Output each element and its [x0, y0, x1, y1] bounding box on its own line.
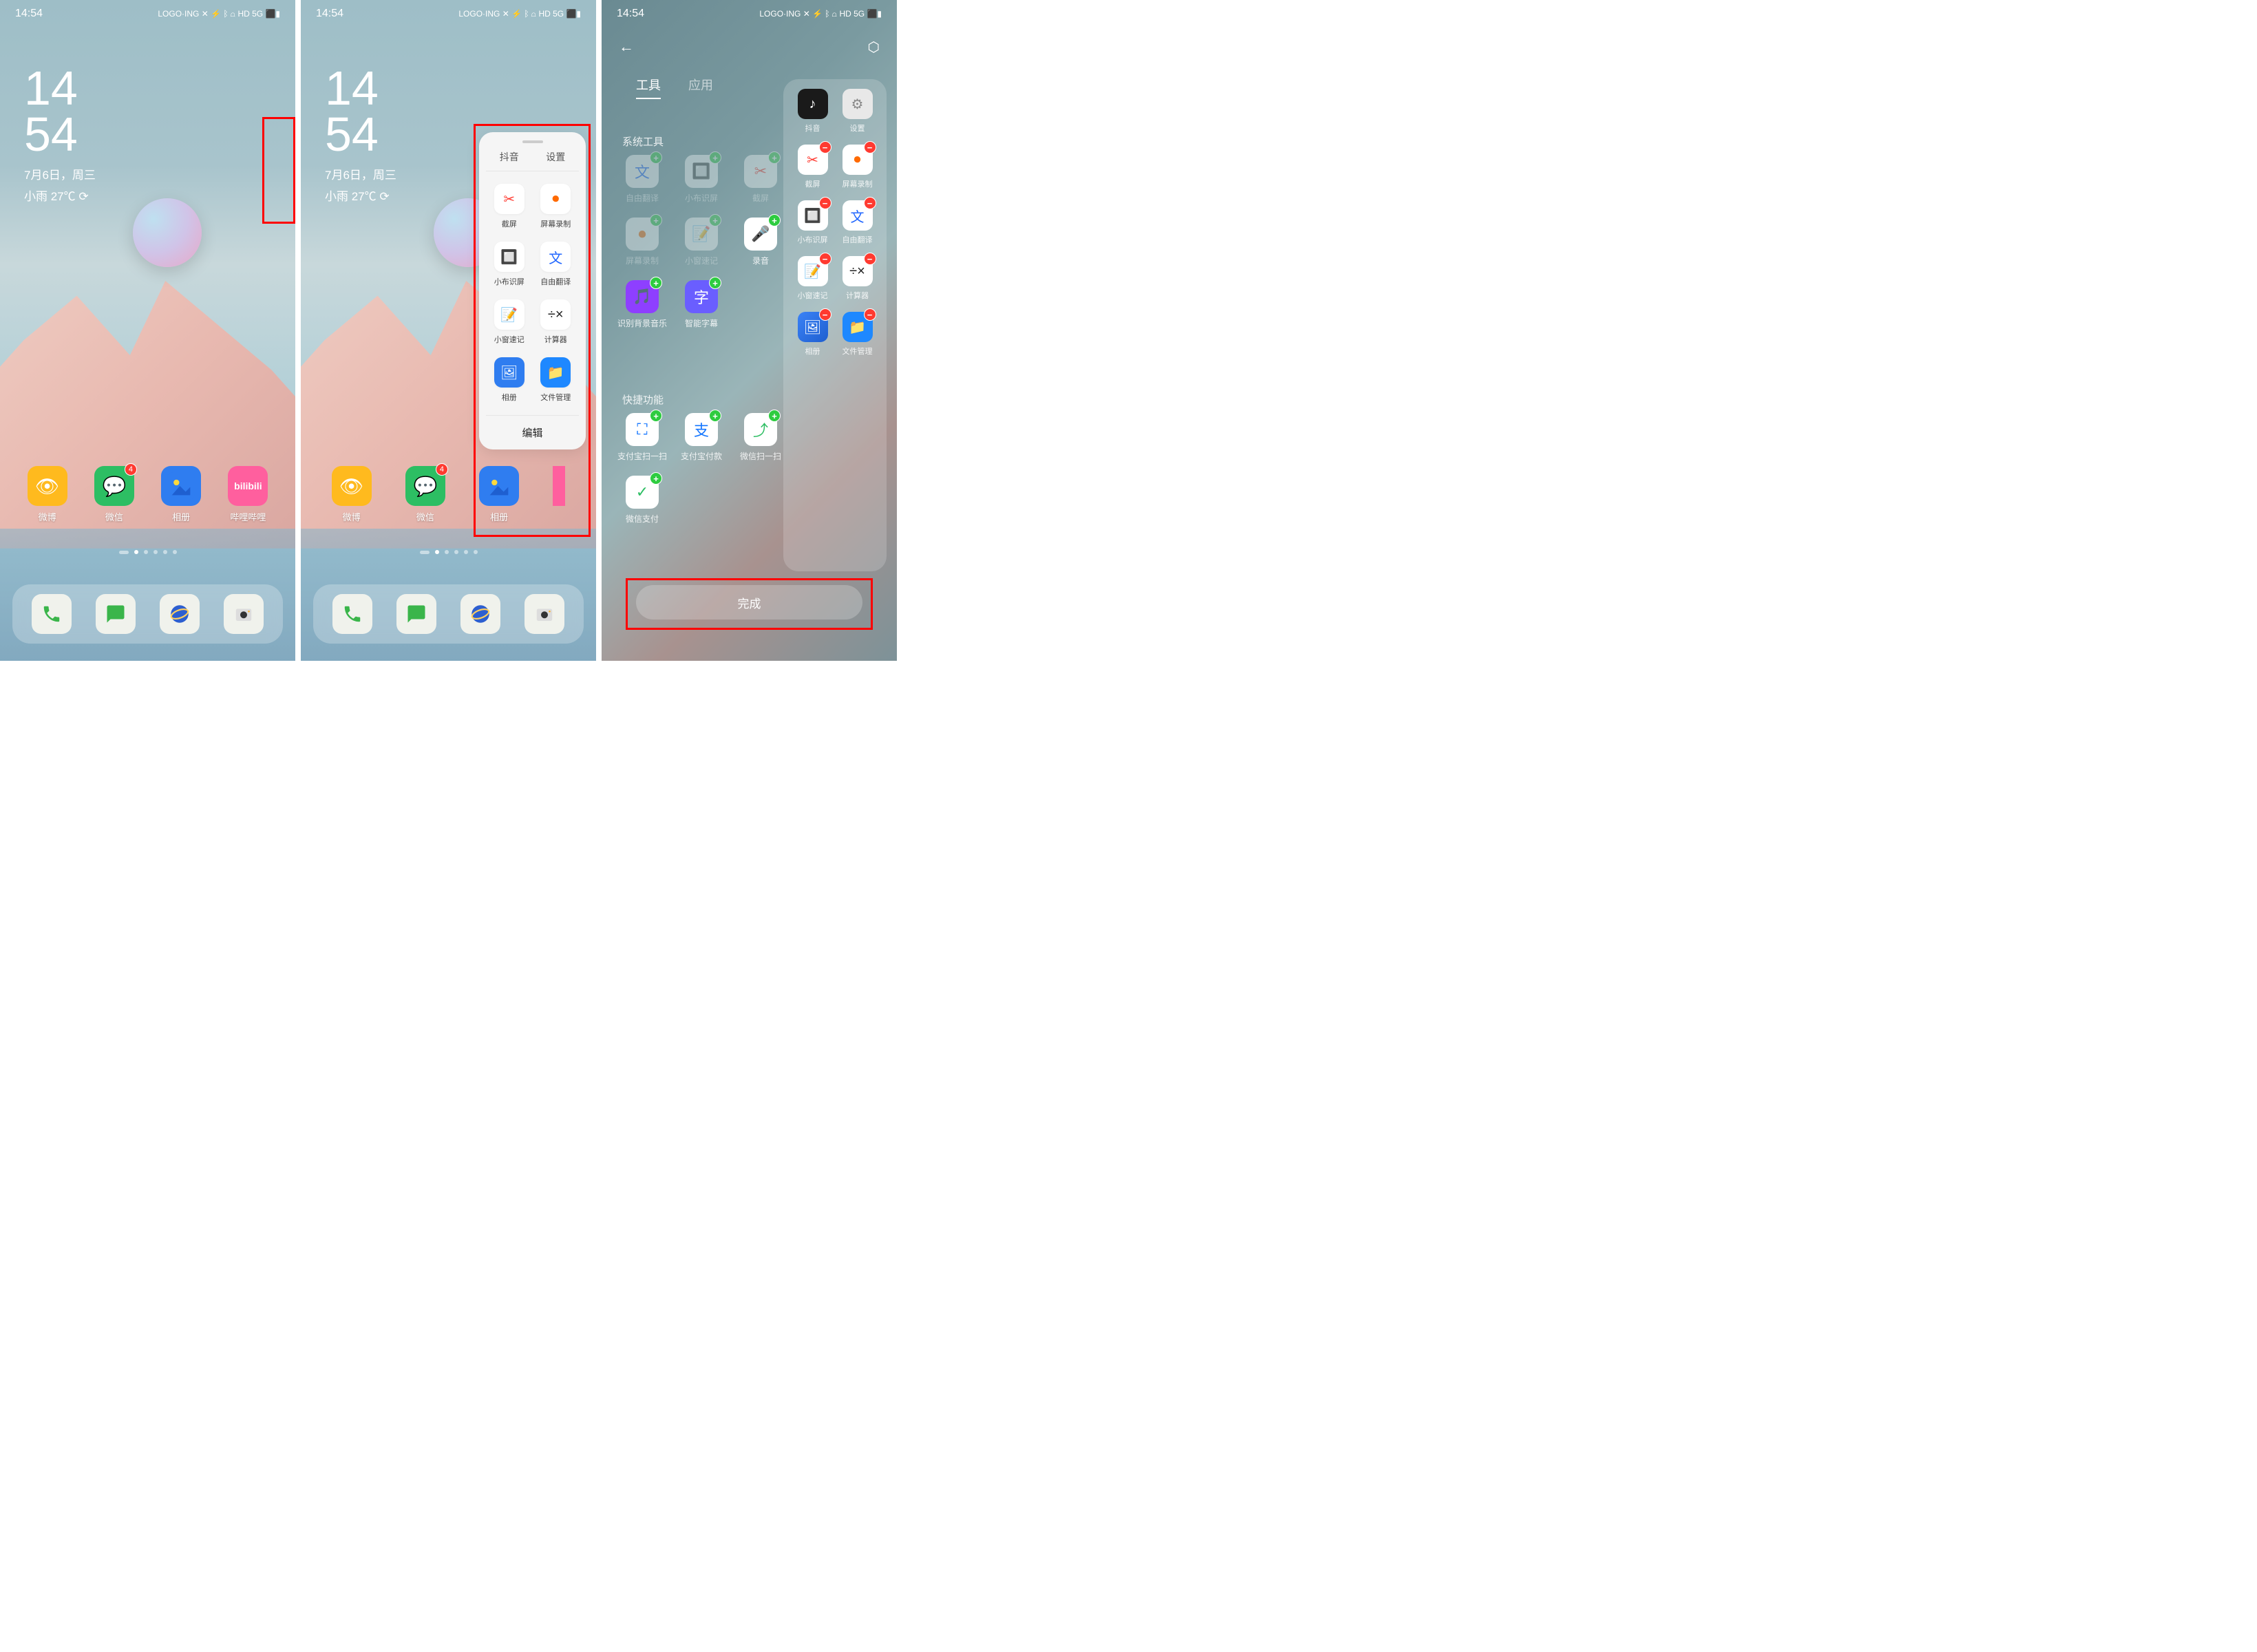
editor-header: ← ⬡ — [602, 38, 897, 56]
dock-phone-icon[interactable] — [32, 594, 72, 634]
sidebar-tab-douyin[interactable]: 抖音 — [500, 150, 519, 164]
sidebar-edit-button[interactable]: 编辑 — [486, 415, 579, 449]
sidebar-item-计算器[interactable]: ÷×计算器 — [536, 299, 577, 345]
sidebar-item-屏幕录制[interactable]: ⏺屏幕录制 — [536, 184, 577, 229]
tab-apps[interactable]: 应用 — [688, 76, 713, 99]
app-partial[interactable] — [553, 466, 565, 523]
tool-屏幕录制[interactable]: ⏺+屏幕录制 — [615, 218, 669, 266]
tool-智能字幕[interactable]: 字+智能字幕 — [675, 280, 728, 329]
selected-截屏[interactable]: ✂−截屏 — [798, 145, 828, 189]
status-time: 14:54 — [15, 8, 43, 20]
status-icons: LOGO·ING ✕ ⚡ ᛒ ⩍ HD 5G ⬛▮ — [458, 9, 581, 19]
selected-apps-row: ♪抖音 ⚙设置 — [790, 89, 880, 134]
tool-截屏[interactable]: ✂+截屏 — [734, 155, 787, 204]
phone-home-1: 14:54 LOGO·ING ✕ ⚡ ᛒ ⩍ HD 5G ⬛▮ 14 54 7月… — [0, 0, 295, 661]
dock-camera-icon[interactable] — [224, 594, 264, 634]
shortcuts-grid: ⛶+支付宝扫一扫支+支付宝付款⤴+微信扫一扫 ✓+微信支付 — [615, 413, 784, 525]
clock-date: 7月6日，周三 — [24, 165, 96, 182]
selected-设置[interactable]: ⚙设置 — [843, 89, 873, 134]
sidebar-tab-settings[interactable]: 设置 — [546, 150, 565, 164]
clock-weather: 小雨 27℃ ⟳ — [24, 187, 96, 204]
sidebar-item-小窗速记[interactable]: 📝小窗速记 — [489, 299, 530, 345]
sidebar-item-小布识屏[interactable]: 🔲小布识屏 — [489, 242, 530, 287]
tool-微信扫一扫[interactable]: ⤴+微信扫一扫 — [734, 413, 787, 462]
status-bar: 14:54 LOGO·ING ✕ ⚡ ᛒ ⩍ HD 5G ⬛▮ — [602, 0, 897, 28]
page-indicator[interactable] — [0, 550, 295, 554]
selected-抖音[interactable]: ♪抖音 — [798, 89, 828, 134]
dock-browser-icon[interactable] — [160, 594, 200, 634]
status-time: 14:54 — [617, 8, 644, 20]
dock-camera-icon[interactable] — [524, 594, 564, 634]
clock-minute: 54 — [24, 112, 96, 158]
tool-支付宝付款[interactable]: 支+支付宝付款 — [675, 413, 728, 462]
sidebar-tabs: 抖音 设置 — [486, 150, 579, 171]
selected-相册[interactable]: 🖼−相册 — [798, 312, 828, 357]
app-哔哩哔哩[interactable]: bilibili哔哩哔哩 — [228, 466, 268, 523]
tool-识别背景音乐[interactable]: 🎵+识别背景音乐 — [615, 280, 669, 329]
status-icons: LOGO·ING ✕ ⚡ ᛒ ⩍ HD 5G ⬛▮ — [158, 9, 280, 19]
selected-自由翻译[interactable]: 文−自由翻译 — [843, 200, 873, 245]
clock-widget[interactable]: 14 54 7月6日，周三 小雨 27℃ ⟳ — [325, 65, 396, 204]
editor-tabs: 工具 应用 — [636, 76, 713, 99]
dock-chat-icon[interactable] — [396, 594, 436, 634]
sidebar-item-相册[interactable]: 🖼相册 — [489, 357, 530, 403]
tab-tools[interactable]: 工具 — [636, 76, 661, 99]
page-indicator[interactable] — [301, 550, 596, 554]
phone-home-2: 14:54 LOGO·ING ✕ ⚡ ᛒ ⩍ HD 5G ⬛▮ 14 54 7月… — [301, 0, 596, 661]
back-arrow-icon[interactable]: ← — [619, 38, 634, 56]
app-微博[interactable]: 👁微博 — [28, 466, 67, 523]
app-微博[interactable]: 👁微博 — [332, 466, 372, 523]
settings-gear-icon[interactable]: ⬡ — [868, 39, 880, 56]
app-微信[interactable]: 💬4微信 — [405, 466, 445, 523]
dock-browser-icon[interactable] — [460, 594, 500, 634]
status-icons: LOGO·ING ✕ ⚡ ᛒ ⩍ HD 5G ⬛▮ — [759, 9, 882, 19]
app-相册[interactable]: 相册 — [479, 466, 519, 523]
tool-自由翻译[interactable]: 文+自由翻译 — [615, 155, 669, 204]
tool-小布识屏[interactable]: 🔲+小布识屏 — [675, 155, 728, 204]
smart-sidebar[interactable]: 抖音 设置 ✂截屏⏺屏幕录制🔲小布识屏文自由翻译📝小窗速记÷×计算器🖼相册📁文件… — [479, 132, 586, 449]
app-row: 👁微博 💬4微信相册 — [301, 466, 596, 523]
tool-支付宝扫一扫[interactable]: ⛶+支付宝扫一扫 — [615, 413, 669, 462]
sidebar-item-自由翻译[interactable]: 文自由翻译 — [536, 242, 577, 287]
dock — [313, 584, 584, 644]
dock-phone-icon[interactable] — [332, 594, 372, 634]
tool-录音[interactable]: 🎤+录音 — [734, 218, 787, 266]
tool-小窗速记[interactable]: 📝+小窗速记 — [675, 218, 728, 266]
drag-handle-icon[interactable] — [522, 140, 543, 143]
phone-sidebar-editor: 14:54 LOGO·ING ✕ ⚡ ᛒ ⩍ HD 5G ⬛▮ ← ⬡ 工具 应… — [602, 0, 897, 661]
sidebar-item-文件管理[interactable]: 📁文件管理 — [536, 357, 577, 403]
system-tools-grid: 文+自由翻译🔲+小布识屏✂+截屏 ⏺+屏幕录制📝+小窗速记🎤+录音 🎵+识别背景音乐… — [615, 155, 784, 329]
app-相册[interactable]: 相册 — [161, 466, 201, 523]
selected-小窗速记[interactable]: 📝−小窗速记 — [798, 256, 828, 301]
dock — [12, 584, 283, 644]
sidebar-grid: ✂截屏⏺屏幕录制🔲小布识屏文自由翻译📝小窗速记÷×计算器🖼相册📁文件管理 — [486, 171, 579, 415]
sidebar-item-截屏[interactable]: ✂截屏 — [489, 184, 530, 229]
selected-计算器[interactable]: ÷×−计算器 — [843, 256, 873, 301]
section-system-tools: 系统工具 — [622, 134, 664, 149]
selected-小布识屏[interactable]: 🔲−小布识屏 — [798, 200, 828, 245]
selected-文件管理[interactable]: 📁−文件管理 — [843, 312, 873, 357]
dock-chat-icon[interactable] — [96, 594, 136, 634]
done-button[interactable]: 完成 — [636, 585, 862, 620]
clock-widget[interactable]: 14 54 7月6日，周三 小雨 27℃ ⟳ — [24, 65, 96, 204]
app-微信[interactable]: 💬4微信 — [94, 466, 134, 523]
selected-屏幕录制[interactable]: ⏺−屏幕录制 — [843, 145, 873, 189]
section-shortcuts: 快捷功能 — [622, 392, 664, 407]
clock-hour: 14 — [24, 65, 96, 112]
status-bar: 14:54 LOGO·ING ✕ ⚡ ᛒ ⩍ HD 5G ⬛▮ — [301, 0, 596, 28]
tool-微信支付[interactable]: ✓+微信支付 — [615, 476, 669, 525]
status-bar: 14:54 LOGO·ING ✕ ⚡ ᛒ ⩍ HD 5G ⬛▮ — [0, 0, 295, 28]
selected-panel[interactable]: ♪抖音 ⚙设置 ✂−截屏 ⏺−屏幕录制 🔲−小布识屏文−自由翻译 📝−小窗速记 ÷×−… — [783, 79, 887, 571]
status-time: 14:54 — [316, 8, 343, 20]
app-row: 👁微博 💬4微信相册 bilibili哔哩哔哩 — [0, 466, 295, 523]
